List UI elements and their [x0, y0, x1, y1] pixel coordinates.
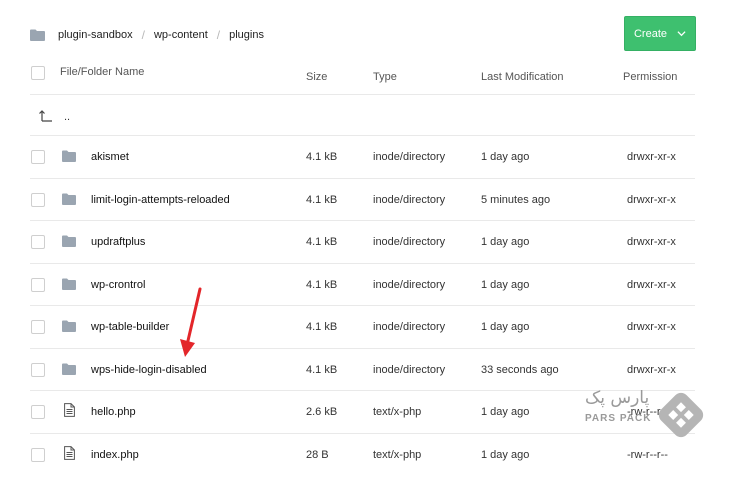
breadcrumb-separator: /: [141, 28, 145, 42]
folder-icon: [62, 235, 76, 247]
table-row[interactable]: wp-crontrol 4.1 kB inode/directory 1 day ag…: [30, 262, 695, 307]
create-button[interactable]: Create: [624, 16, 696, 51]
level-up-icon: [39, 110, 52, 122]
file-permission: drwxr-xr-x: [627, 193, 676, 206]
column-header-type[interactable]: Type: [373, 71, 397, 83]
folder-icon: [62, 193, 76, 205]
row-checkbox[interactable]: [31, 150, 45, 164]
file-modified: 1 day ago: [481, 406, 530, 418]
file-modified: 5 minutes ago: [481, 193, 551, 206]
create-button-label: Create: [633, 27, 668, 40]
file-modified: 1 day ago: [481, 151, 530, 163]
file-modified: 1 day ago: [481, 278, 530, 291]
file-icon: [64, 403, 75, 417]
file-icon: [64, 445, 75, 460]
table-row[interactable]: updraftplus 4.1 kB inode/directory 1 day ag…: [30, 220, 695, 264]
file-name[interactable]: hello.php: [91, 406, 136, 418]
file-type: inode/directory: [373, 278, 446, 291]
select-all-checkbox[interactable]: [31, 66, 45, 80]
file-type: text/x-php: [373, 448, 422, 461]
folder-icon: [62, 320, 76, 332]
row-checkbox[interactable]: [31, 320, 45, 334]
row-checkbox[interactable]: [31, 192, 45, 207]
file-size: 28 B: [306, 448, 329, 461]
file-modified: 1 day ago: [481, 236, 530, 248]
column-header-permission[interactable]: Permission: [623, 71, 677, 83]
file-size: 4.1 kB: [306, 151, 338, 163]
file-name[interactable]: index.php: [91, 449, 139, 461]
row-checkbox[interactable]: [31, 235, 45, 249]
table-row[interactable]: limit-login-attempts-reloaded 4.1 kB inode…: [30, 177, 695, 222]
breadcrumb-item-plugins[interactable]: plugins: [229, 29, 264, 41]
folder-icon: [62, 150, 76, 162]
table-row[interactable]: akismet 4.1 kB inode/directory 1 day ago drw…: [30, 135, 695, 179]
file-permission: -rw-r--r--: [627, 448, 668, 461]
column-header-name[interactable]: File/Folder Name: [60, 66, 144, 78]
file-type: inode/directory: [373, 236, 446, 248]
row-checkbox[interactable]: [31, 447, 45, 462]
table-row[interactable]: wp-table-builder 4.1 kB inode/directory 1 d…: [30, 305, 695, 349]
file-modified: 1 day ago: [481, 448, 530, 461]
breadcrumb-item-wp-content[interactable]: wp-content: [154, 29, 208, 41]
file-name[interactable]: akismet: [91, 151, 129, 163]
file-name[interactable]: limit-login-attempts-reloaded: [91, 194, 230, 206]
red-arrow-annotation: [180, 287, 202, 357]
file-name[interactable]: wps-hide-login-disabled: [91, 364, 207, 376]
logo-text-fa: پارس پک: [585, 388, 650, 408]
row-checkbox[interactable]: [31, 405, 45, 419]
file-permission: drwxr-xr-x: [627, 151, 676, 163]
file-size: 4.1 kB: [306, 321, 338, 333]
row-checkbox[interactable]: [31, 362, 45, 377]
logo-text-en: PARS PACK: [585, 413, 652, 424]
file-type: inode/directory: [373, 193, 446, 206]
folder-icon: [62, 278, 76, 290]
folder-icon: [30, 29, 45, 41]
column-header-size[interactable]: Size: [306, 71, 327, 83]
file-size: 4.1 kB: [306, 236, 338, 248]
file-type: text/x-php: [373, 406, 422, 418]
file-size: 4.1 kB: [306, 278, 338, 291]
file-permission: drwxr-xr-x: [627, 321, 676, 333]
file-modified: 33 seconds ago: [481, 363, 559, 376]
parent-directory-label: ..: [64, 111, 71, 123]
file-name[interactable]: wp-table-builder: [91, 321, 169, 333]
file-permission: drwxr-xr-x: [627, 363, 676, 376]
file-permission: drwxr-xr-x: [627, 236, 676, 248]
file-size: 4.1 kB: [306, 193, 338, 206]
file-name[interactable]: updraftplus: [91, 236, 145, 248]
file-permission: drwxr-xr-x: [627, 278, 676, 291]
file-name[interactable]: wp-crontrol: [91, 279, 145, 291]
folder-icon: [62, 363, 76, 375]
file-type: inode/directory: [373, 321, 446, 333]
row-checkbox[interactable]: [31, 277, 45, 292]
breadcrumb-item-plugin-sandbox[interactable]: plugin-sandbox: [58, 29, 133, 41]
file-type: inode/directory: [373, 151, 446, 163]
file-size: 2.6 kB: [306, 406, 338, 418]
file-size: 4.1 kB: [306, 363, 338, 376]
parent-directory-row[interactable]: ..: [30, 94, 695, 136]
column-header-modified[interactable]: Last Modification: [481, 71, 564, 83]
chevron-down-icon: [677, 31, 686, 37]
breadcrumb: plugin-sandbox / wp-content / plugins: [30, 26, 264, 44]
file-modified: 1 day ago: [481, 321, 530, 333]
file-type: inode/directory: [373, 363, 446, 376]
breadcrumb-separator: /: [216, 28, 221, 42]
